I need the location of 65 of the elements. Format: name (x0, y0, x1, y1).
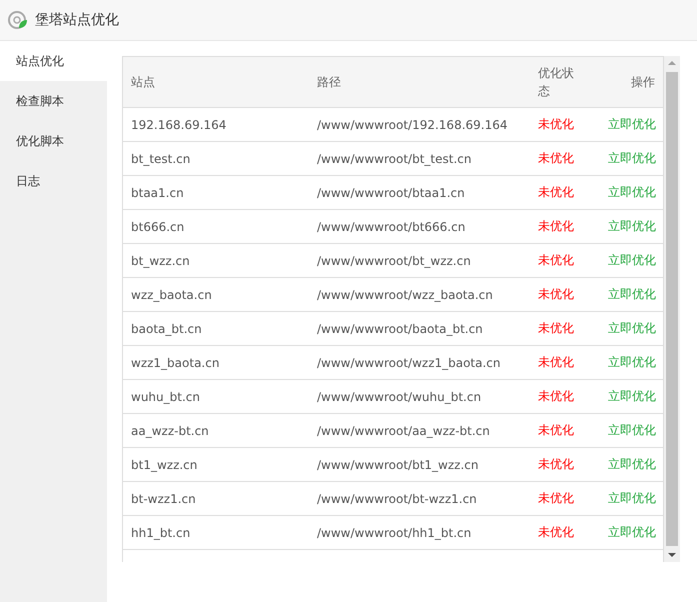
status-text: 未优化 (538, 117, 574, 131)
status-text: 未优化 (538, 253, 574, 267)
site-name: wzz_baota.cn (131, 288, 212, 302)
status-text: 未优化 (538, 219, 574, 233)
site-path: /www/wwwroot/192.168.69.164 (317, 118, 508, 132)
site-name: wzz1_baota.cn (131, 356, 220, 370)
column-header: 站点 (131, 74, 155, 88)
optimize-link[interactable]: 立即优化 (608, 525, 656, 539)
scroll-down-icon[interactable] (668, 553, 676, 557)
status-text: 未优化 (538, 185, 574, 199)
site-path: /www/wwwroot/wzz_baota.cn (317, 288, 493, 302)
site-name: baota_bt.cn (131, 322, 202, 336)
scroll-up-icon[interactable] (668, 61, 676, 65)
site-name: wuhu_bt.cn (131, 390, 200, 404)
optimize-link[interactable]: 立即优化 (608, 185, 656, 199)
optimize-link[interactable]: 立即优化 (608, 457, 656, 471)
optimize-link[interactable]: 立即优化 (608, 355, 656, 369)
site-name: 192.168.69.164 (131, 118, 226, 132)
status-text: 未优化 (538, 389, 574, 403)
site-path: /www/wwwroot/bt1_wzz.cn (317, 458, 478, 472)
site-path: /www/wwwroot/wzz1_baota.cn (317, 356, 501, 370)
site-name: btaa1.cn (131, 186, 184, 200)
site-path: /www/wwwroot/btaa1.cn (317, 186, 465, 200)
site-name: bt1_wzz.cn (131, 458, 198, 472)
optimize-link[interactable]: 立即优化 (608, 287, 656, 301)
site-path: /www/wwwroot/bt_wzz.cn (317, 254, 471, 268)
site-path: /www/wwwroot/bt666.cn (317, 220, 466, 234)
site-name: bt666.cn (131, 220, 184, 234)
status-text: 未优化 (538, 287, 574, 301)
status-text: 未优化 (538, 321, 574, 335)
optimize-link[interactable]: 立即优化 (608, 321, 656, 335)
site-path: /www/wwwroot/wuhu_bt.cn (317, 390, 482, 404)
site-name: aa_wzz-bt.cn (131, 424, 209, 438)
site-name: bt_wzz.cn (131, 254, 190, 268)
status-text: 未优化 (538, 525, 574, 539)
site-name: hh1_bt.cn (131, 526, 190, 540)
window-title: 堡塔站点优化 (35, 11, 119, 29)
site-path: /www/wwwroot/hh1_bt.cn (317, 526, 472, 540)
status-text: 未优化 (538, 355, 574, 369)
sidebar-item[interactable]: 优化脚本 (0, 121, 107, 161)
optimize-link[interactable]: 立即优化 (608, 423, 656, 437)
status-text: 未优化 (538, 151, 574, 165)
column-header: 优化状态 (538, 65, 575, 100)
column-header: 操作 (631, 74, 655, 88)
status-text: 未优化 (538, 423, 574, 437)
sidebar-item[interactable]: 日志 (0, 161, 107, 201)
site-name: bt_test.cn (131, 152, 190, 166)
optimize-link[interactable]: 立即优化 (608, 219, 656, 233)
optimize-link[interactable]: 立即优化 (608, 389, 656, 403)
site-name: bt-wzz1.cn (131, 492, 196, 506)
site-path: /www/wwwroot/baota_bt.cn (317, 322, 483, 336)
optimize-link[interactable]: 立即优化 (608, 253, 656, 267)
optimize-link[interactable]: 立即优化 (608, 491, 656, 505)
site-path: /www/wwwroot/bt_test.cn (317, 152, 472, 166)
status-text: 未优化 (538, 457, 574, 471)
logo-icon (8, 10, 28, 30)
status-text: 未优化 (538, 491, 574, 505)
site-path: /www/wwwroot/bt-wzz1.cn (317, 492, 477, 506)
scrollbar[interactable] (664, 56, 680, 562)
optimize-link[interactable]: 立即优化 (608, 117, 656, 131)
optimize-link[interactable]: 立即优化 (608, 151, 656, 165)
site-path: /www/wwwroot/aa_wzz-bt.cn (317, 424, 490, 438)
column-header: 路径 (317, 74, 341, 88)
sidebar-item[interactable]: 检查脚本 (0, 81, 107, 121)
sidebar-item[interactable]: 站点优化 (0, 41, 107, 81)
